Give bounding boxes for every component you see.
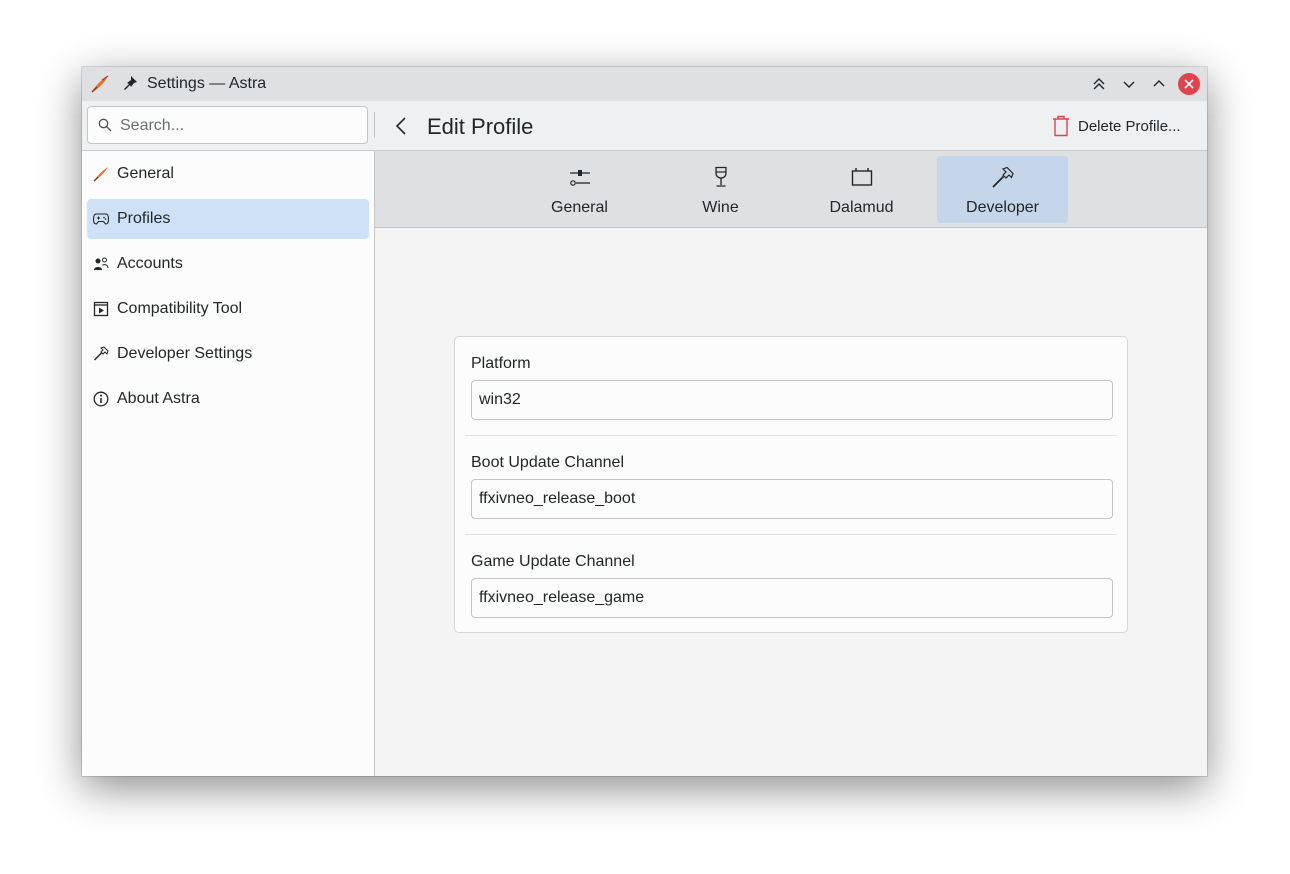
tab-label: Wine: [702, 199, 739, 216]
tab-bar: General Wine Dalamud Developer: [375, 151, 1207, 228]
tab-dalamud[interactable]: Dalamud: [796, 156, 927, 223]
game-update-channel-field[interactable]: [471, 578, 1113, 618]
sidebar: General Profiles Accounts Compatibility …: [82, 150, 374, 776]
platform-field[interactable]: [471, 380, 1113, 420]
trash-icon: [1053, 115, 1069, 137]
back-button[interactable]: [392, 115, 412, 137]
search-box[interactable]: [87, 106, 368, 145]
delete-profile-button[interactable]: Delete Profile...: [1052, 114, 1181, 138]
page-title: Edit Profile: [427, 114, 534, 139]
sidebar-item-label: Compatibility Tool: [117, 300, 243, 317]
boot-update-channel-label: Boot Update Channel: [471, 454, 624, 471]
pin-icon[interactable]: [122, 75, 138, 98]
chevron-up-icon: [1153, 80, 1165, 87]
sidebar-item-general[interactable]: General: [87, 154, 369, 194]
tab-label: Developer: [966, 199, 1039, 216]
sidebar-item-developer-settings[interactable]: Developer Settings: [87, 334, 369, 374]
users-icon: [93, 256, 109, 272]
game-update-channel-label: Game Update Channel: [471, 553, 635, 570]
field-divider: [465, 534, 1117, 535]
chevron-down-icon: [1123, 81, 1135, 88]
title-bar: Settings — Astra: [82, 67, 1207, 101]
tab-developer[interactable]: Developer: [937, 156, 1068, 223]
double-chevron-up-icon: [1093, 78, 1105, 90]
sidebar-item-label: Profiles: [117, 210, 171, 227]
boot-update-channel-field[interactable]: [471, 479, 1113, 519]
delete-profile-label: Delete Profile...: [1078, 117, 1181, 135]
sidebar-item-label: Accounts: [117, 255, 183, 272]
sidebar-item-compatibility-tool[interactable]: Compatibility Tool: [87, 289, 369, 329]
sliders-icon: [514, 166, 645, 188]
search-input[interactable]: [118, 107, 362, 145]
search-icon: [98, 118, 112, 137]
window-title: Settings — Astra: [147, 75, 267, 92]
platform-label: Platform: [471, 355, 531, 372]
tab-general[interactable]: General: [514, 156, 645, 223]
hammer-icon: [937, 166, 1068, 190]
astra-quill-icon: [93, 166, 109, 182]
close-icon: [1184, 79, 1194, 89]
wine-glass-icon: [655, 166, 786, 188]
window-icon: [796, 166, 927, 188]
sidebar-item-label: Developer Settings: [117, 345, 253, 362]
tab-label: Dalamud: [829, 199, 894, 216]
keep-above-button[interactable]: [1088, 73, 1110, 95]
header-separator: [374, 112, 375, 138]
tab-wine[interactable]: Wine: [655, 156, 786, 223]
gamepad-icon: [93, 211, 109, 227]
maximize-button[interactable]: [1148, 73, 1170, 95]
tab-label: General: [551, 199, 608, 216]
sidebar-item-accounts[interactable]: Accounts: [87, 244, 369, 284]
info-icon: [93, 391, 109, 407]
chevron-left-icon: [395, 117, 406, 135]
play-box-icon: [93, 301, 109, 317]
settings-window: Settings — Astra Search... Edit Profile …: [82, 67, 1207, 776]
sidebar-item-about-astra[interactable]: About Astra: [87, 379, 369, 419]
main-content: General Wine Dalamud Developer Platform …: [375, 150, 1207, 776]
field-divider: [465, 435, 1117, 436]
sidebar-item-profiles[interactable]: Profiles: [87, 199, 369, 239]
close-button[interactable]: [1178, 73, 1200, 95]
developer-settings-card: Platform Boot Update Channel Game Update…: [454, 336, 1128, 633]
hammer-icon: [93, 346, 109, 362]
sidebar-item-label: General: [117, 165, 174, 182]
astra-app-icon: [90, 75, 110, 98]
sidebar-item-label: About Astra: [117, 390, 200, 407]
minimize-button[interactable]: [1118, 73, 1140, 95]
